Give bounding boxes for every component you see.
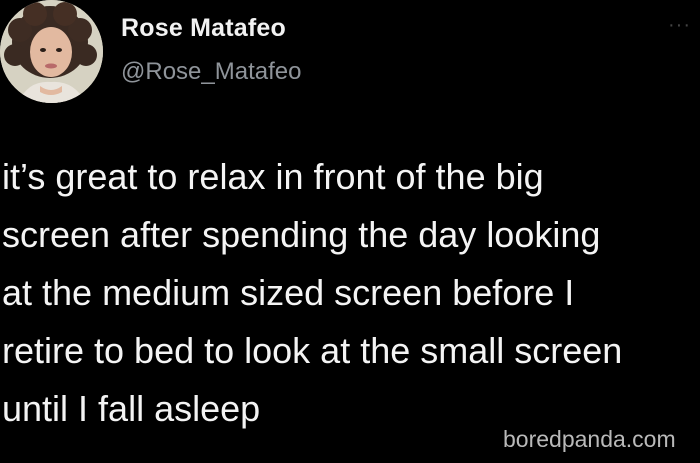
tweet-text: it’s great to relax in front of the big … [2, 148, 700, 438]
author-handle[interactable]: @Rose_Matafeo [121, 58, 301, 86]
author-display-name[interactable]: Rose Matafeo [121, 14, 286, 43]
profile-photo-icon [0, 0, 103, 103]
more-options-icon[interactable]: ··· [668, 16, 698, 34]
tweet-text-line: it’s great to relax in front of the big [2, 156, 544, 197]
tweet-text-line: at the medium sized screen before I [2, 272, 575, 313]
tweet-text-line: retire to bed to look at the small scree… [2, 330, 623, 371]
tweet-card: Rose Matafeo @Rose_Matafeo ··· it’s grea… [0, 0, 700, 463]
avatar[interactable] [0, 0, 103, 103]
tweet-text-line: screen after spending the day looking [2, 214, 601, 255]
watermark: boredpanda.com [503, 426, 676, 452]
